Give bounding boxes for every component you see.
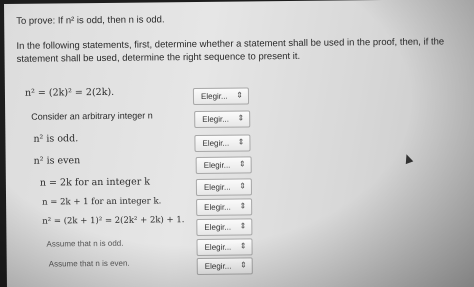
sequence-select-1[interactable]: Elegir... ⇕ <box>192 87 250 106</box>
statement-5: n = 2k for an integer k <box>39 176 151 189</box>
up-down-chevron-icon: ⇕ <box>237 113 245 123</box>
select-value: Elegir... <box>200 91 228 101</box>
sequence-select-7[interactable]: Elegir... ⇕ <box>196 218 253 236</box>
select-value: Elegir... <box>204 202 231 212</box>
up-down-chevron-icon: ⇕ <box>239 201 247 211</box>
up-down-chevron-icon: ⇕ <box>237 137 245 147</box>
select-value: Elegir... <box>202 114 229 124</box>
statement-8: Assume that n is odd. <box>46 238 124 249</box>
quiz-panel: To prove: If n² is odd, then n is odd. I… <box>4 0 474 287</box>
up-down-chevron-icon: ⇕ <box>239 181 246 191</box>
select-value: Elegir... <box>202 138 230 148</box>
up-down-chevron-icon: ⇕ <box>239 221 247 231</box>
sequence-select-8[interactable]: Elegir... ⇕ <box>196 238 253 256</box>
statement-3: n² is odd. <box>33 133 79 145</box>
select-value: Elegir... <box>203 182 231 192</box>
up-down-chevron-icon: ⇕ <box>239 260 247 270</box>
statement-1: n² = (2k)² = 2(2k). <box>24 86 115 99</box>
statement-7: n² = (2k + 1)² = 2(2k² + 2k) + 1. <box>42 215 185 227</box>
question-prompt: To prove: If n² is odd, then n is odd. <box>16 14 165 27</box>
question-instructions: In the following statements, first, dete… <box>16 36 445 65</box>
photo-frame: To prove: If n² is odd, then n is odd. I… <box>0 0 474 287</box>
sequence-select-4[interactable]: Elegir... ⇕ <box>195 156 252 175</box>
up-down-chevron-icon: ⇕ <box>238 159 246 169</box>
statement-2: Consider an arbitrary integer n <box>31 110 153 122</box>
select-value: Elegir... <box>204 222 232 232</box>
sequence-select-2[interactable]: Elegir... ⇕ <box>194 110 251 129</box>
sequence-select-5[interactable]: Elegir... ⇕ <box>195 178 253 196</box>
statement-6: n = 2k + 1 for an integer k. <box>42 196 162 208</box>
select-value: Elegir... <box>203 160 231 170</box>
sequence-select-6[interactable]: Elegir... ⇕ <box>196 198 253 216</box>
select-value: Elegir... <box>204 242 232 252</box>
sequence-select-3[interactable]: Elegir... ⇕ <box>194 134 251 153</box>
up-down-chevron-icon: ⇕ <box>239 241 247 251</box>
up-down-chevron-icon: ⇕ <box>236 90 244 100</box>
statement-4: n² is even <box>33 155 81 167</box>
statement-9: Assume that n is even. <box>48 258 130 269</box>
sequence-select-9[interactable]: Elegir... ⇕ <box>196 257 253 275</box>
select-value: Elegir... <box>204 261 232 271</box>
